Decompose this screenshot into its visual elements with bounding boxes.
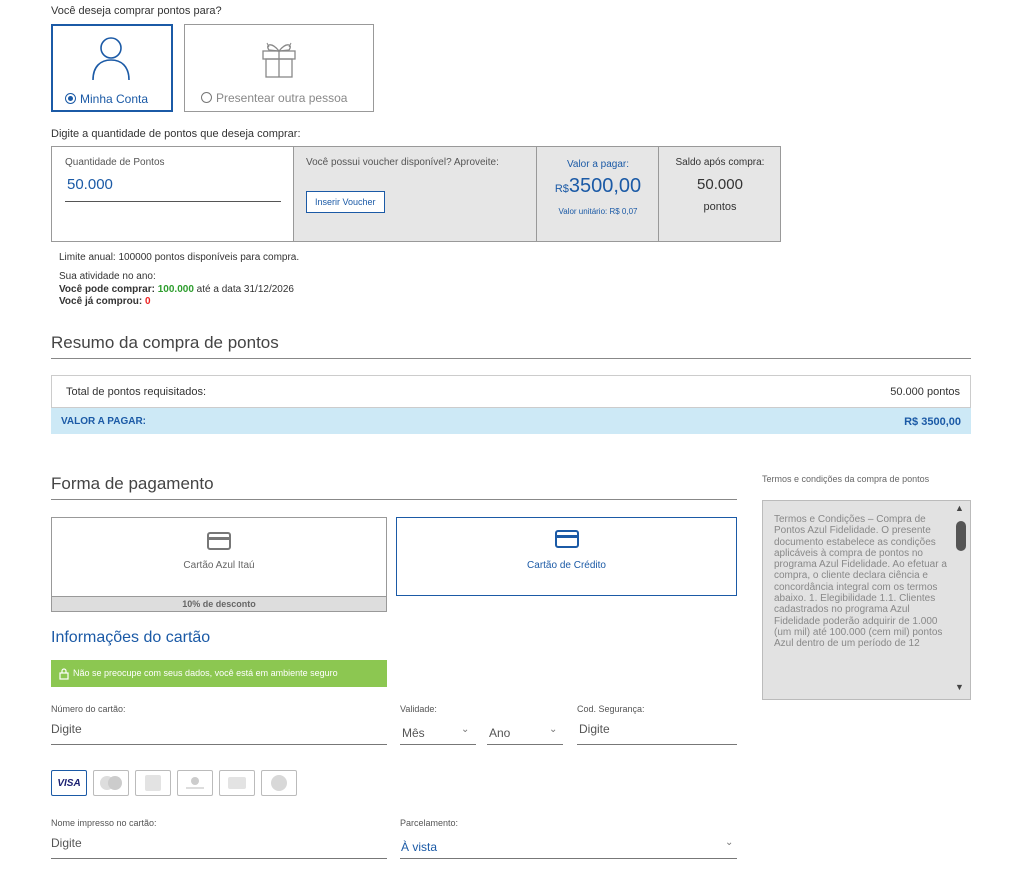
recipient-question: Você deseja comprar pontos para? — [51, 5, 222, 17]
voucher-text: Você possui voucher disponível? Aproveit… — [306, 157, 499, 168]
hipercard-brand-icon[interactable] — [219, 770, 255, 796]
validity-label: Validade: — [400, 704, 437, 714]
option-presentear-label: Presentear outra pessoa — [216, 91, 348, 105]
saldo-cell: Saldo após compra: 50.000 pontos — [658, 147, 780, 241]
chevron-down-icon[interactable]: ⌄ — [725, 837, 733, 848]
terms-box[interactable]: Termos e Condições – Compra de Pontos Az… — [762, 500, 971, 700]
activity-label: Sua atividade no ano: — [59, 271, 156, 282]
payment-divider — [51, 499, 737, 500]
payment-title: Forma de pagamento — [51, 474, 214, 493]
option-minha-conta-label: Minha Conta — [80, 92, 149, 106]
valor-unit: Valor unitário: R$ 0,07 — [558, 207, 638, 216]
option-minha-conta[interactable]: Minha Conta — [51, 24, 173, 112]
card-icon — [207, 532, 231, 555]
insert-voucher-button[interactable]: Inserir Voucher — [306, 191, 385, 213]
visa-brand-label: VISA — [57, 777, 81, 789]
valor-amount: 3500,00 — [568, 175, 642, 197]
chevron-down-icon[interactable]: ⌄ — [549, 724, 557, 735]
scroll-up-icon[interactable]: ▲ — [955, 503, 964, 513]
card-icon — [555, 530, 579, 553]
terms-text: Termos e Condições – Compra de Pontos Az… — [774, 514, 947, 650]
summary-total-value: 50.000 pontos — [890, 386, 960, 398]
gift-icon — [257, 35, 301, 84]
secure-notice: Não se preocupe com seus dados, você est… — [51, 660, 387, 687]
month-select[interactable]: Mês — [402, 726, 425, 740]
visa-brand-icon[interactable]: VISA — [51, 770, 87, 796]
can-buy-value: 100.000 — [157, 284, 194, 295]
payment-azul-itau[interactable]: Cartão Azul Itaú 10% de desconto — [51, 517, 387, 612]
quantity-prompt: Digite a quantidade de pontos que deseja… — [51, 128, 301, 140]
cardholder-name-input[interactable]: Digite — [51, 836, 82, 850]
bought-value: 0 — [144, 296, 151, 307]
lock-icon — [59, 667, 69, 685]
summary-total-row: Total de pontos requisitados: 50.000 pon… — [51, 375, 971, 408]
radio-minha-conta[interactable] — [65, 93, 76, 104]
summary-title: Resumo da compra de pontos — [51, 333, 279, 352]
radio-presentear[interactable] — [201, 92, 212, 103]
voucher-cell: Você possui voucher disponível? Aproveit… — [293, 147, 536, 241]
summary-pay-label: VALOR A PAGAR: — [61, 416, 146, 427]
quantity-underline — [65, 201, 281, 202]
mastercard-brand-icon[interactable] — [93, 770, 129, 796]
terms-fade — [763, 673, 957, 699]
diners-brand-icon[interactable] — [177, 770, 213, 796]
cvv-input[interactable]: Digite — [579, 722, 610, 736]
can-buy-line: Você pode comprar: 100.000 até a data 31… — [59, 284, 294, 295]
card-number-input[interactable]: Digite — [51, 722, 82, 736]
cardholder-name-label: Nome impresso no cartão: — [51, 818, 157, 828]
secure-notice-text: Não se preocupe com seus dados, você est… — [73, 668, 338, 678]
summary-pay-row: VALOR A PAGAR: R$ 3500,00 — [51, 408, 971, 434]
cvv-label: Cod. Segurança: — [577, 704, 645, 714]
valor-label: Valor a pagar: — [566, 159, 630, 170]
saldo-unit: pontos — [703, 201, 737, 213]
bought-label: Você já comprou: — [59, 296, 143, 307]
terms-scrollbar-thumb[interactable] — [956, 521, 966, 551]
payment-cartao-credito[interactable]: Cartão de Crédito — [396, 517, 737, 596]
valor-currency: R$ — [554, 183, 569, 195]
points-calculator: Quantidade de Pontos 50.000 Você possui … — [51, 146, 781, 242]
amex-brand-icon[interactable] — [135, 770, 171, 796]
summary-pay-value: R$ 3500,00 — [904, 416, 961, 428]
scroll-down-icon[interactable]: ▼ — [955, 682, 964, 692]
can-buy-suffix: até a data 31/12/2026 — [196, 284, 294, 295]
card-info-title: Informações do cartão — [51, 629, 211, 646]
quantity-cell: Quantidade de Pontos 50.000 — [52, 147, 293, 241]
saldo-value: 50.000 — [697, 176, 743, 193]
valor-cell: Valor a pagar: R$3500,00 Valor unitário:… — [536, 147, 658, 241]
payment-cartao-credito-label: Cartão de Crédito — [527, 560, 606, 571]
payment-azul-itau-label: Cartão Azul Itaú — [183, 560, 255, 571]
quantity-input[interactable]: 50.000 — [67, 176, 113, 193]
can-buy-label: Você pode comprar: — [59, 284, 155, 295]
year-select[interactable]: Ano — [489, 726, 510, 740]
summary-divider — [51, 358, 971, 359]
quantity-label: Quantidade de Pontos — [65, 157, 165, 168]
installments-select[interactable]: À vista — [401, 840, 437, 854]
saldo-label: Saldo após compra: — [675, 157, 765, 168]
card-number-label: Número do cartão: — [51, 704, 126, 714]
summary-total-label: Total de pontos requisitados: — [66, 386, 207, 398]
option-presentear[interactable]: Presentear outra pessoa — [184, 24, 374, 112]
chevron-down-icon[interactable]: ⌄ — [461, 724, 469, 735]
bought-line: Você já comprou: 0 — [59, 296, 151, 307]
terms-title: Termos e condições da compra de pontos — [762, 474, 930, 484]
installments-label: Parcelamento: — [400, 818, 459, 828]
annual-limit: Limite anual: 100000 pontos disponíveis … — [59, 252, 300, 263]
user-icon — [89, 34, 133, 87]
elo-brand-icon[interactable] — [261, 770, 297, 796]
discount-badge: 10% de desconto — [52, 596, 386, 611]
